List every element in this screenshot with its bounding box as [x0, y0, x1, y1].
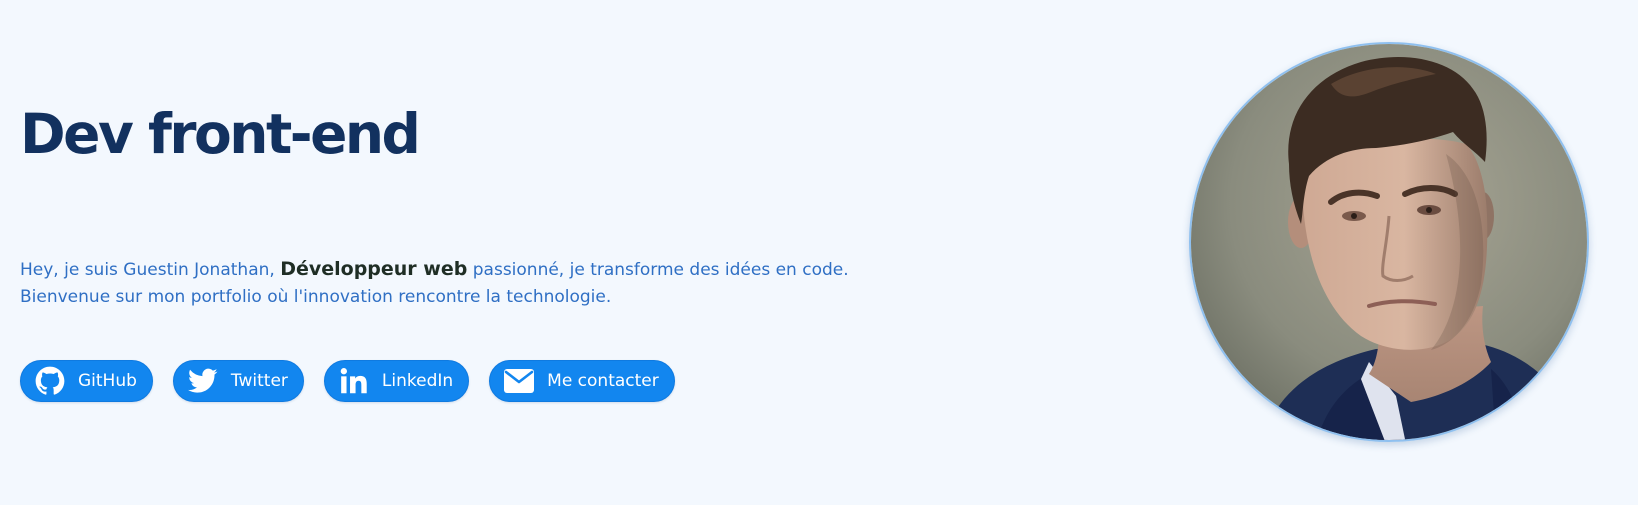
portrait-photo: [1191, 44, 1587, 440]
linkedin-icon: [339, 366, 369, 396]
intro-highlight: Développeur web: [280, 258, 468, 280]
github-button[interactable]: GitHub: [20, 360, 153, 402]
page-title: Dev front-end: [20, 102, 421, 166]
github-icon: [35, 366, 65, 396]
social-links: GitHub Twitter LinkedIn Me contacter: [20, 360, 675, 402]
twitter-button-label: Twitter: [230, 371, 288, 391]
intro-text: Hey, je suis Guestin Jonathan, Développe…: [20, 256, 849, 311]
linkedin-button-label: LinkedIn: [381, 371, 454, 391]
linkedin-button[interactable]: LinkedIn: [323, 360, 470, 402]
avatar: [1189, 42, 1589, 442]
mail-icon: [504, 366, 535, 396]
twitter-icon: [187, 366, 218, 396]
intro-line-2: Bienvenue sur mon portfolio où l'innovat…: [20, 287, 612, 307]
twitter-button[interactable]: Twitter: [172, 360, 304, 402]
contact-button[interactable]: Me contacter: [489, 360, 675, 402]
contact-button-label: Me contacter: [547, 371, 659, 391]
github-button-label: GitHub: [78, 371, 137, 391]
intro-text-end: passionné, je transforme des idées en co…: [467, 260, 849, 280]
intro-text-start: Hey, je suis Guestin Jonathan,: [20, 260, 281, 280]
